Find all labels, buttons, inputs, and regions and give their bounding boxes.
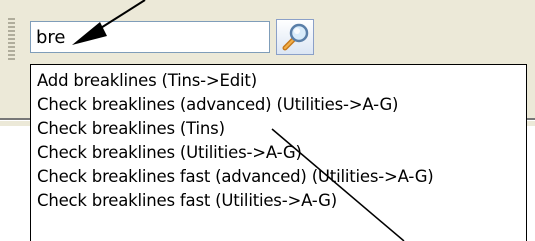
dropdown-item-check-breaklines-fast[interactable]: Check breaklines fast (Utilities->A-G)	[31, 189, 526, 213]
search-button[interactable]	[276, 19, 314, 55]
magnifier-icon	[282, 23, 309, 51]
toolbar	[0, 0, 535, 64]
autocomplete-dropdown: Add breaklines (Tins->Edit) Check breakl…	[30, 64, 527, 241]
grip-icon[interactable]	[8, 18, 15, 62]
dropdown-item-add-breaklines[interactable]: Add breaklines (Tins->Edit)	[31, 69, 526, 93]
dropdown-item-check-breaklines-fast-advanced[interactable]: Check breaklines fast (advanced) (Utilit…	[31, 165, 526, 189]
dropdown-item-check-breaklines-tins[interactable]: Check breaklines (Tins)	[31, 117, 526, 141]
dropdown-item-check-breaklines-utilities[interactable]: Check breaklines (Utilities->A-G)	[31, 141, 526, 165]
dropdown-item-check-breaklines-advanced[interactable]: Check breaklines (advanced) (Utilities->…	[31, 93, 526, 117]
search-input[interactable]	[30, 21, 270, 53]
